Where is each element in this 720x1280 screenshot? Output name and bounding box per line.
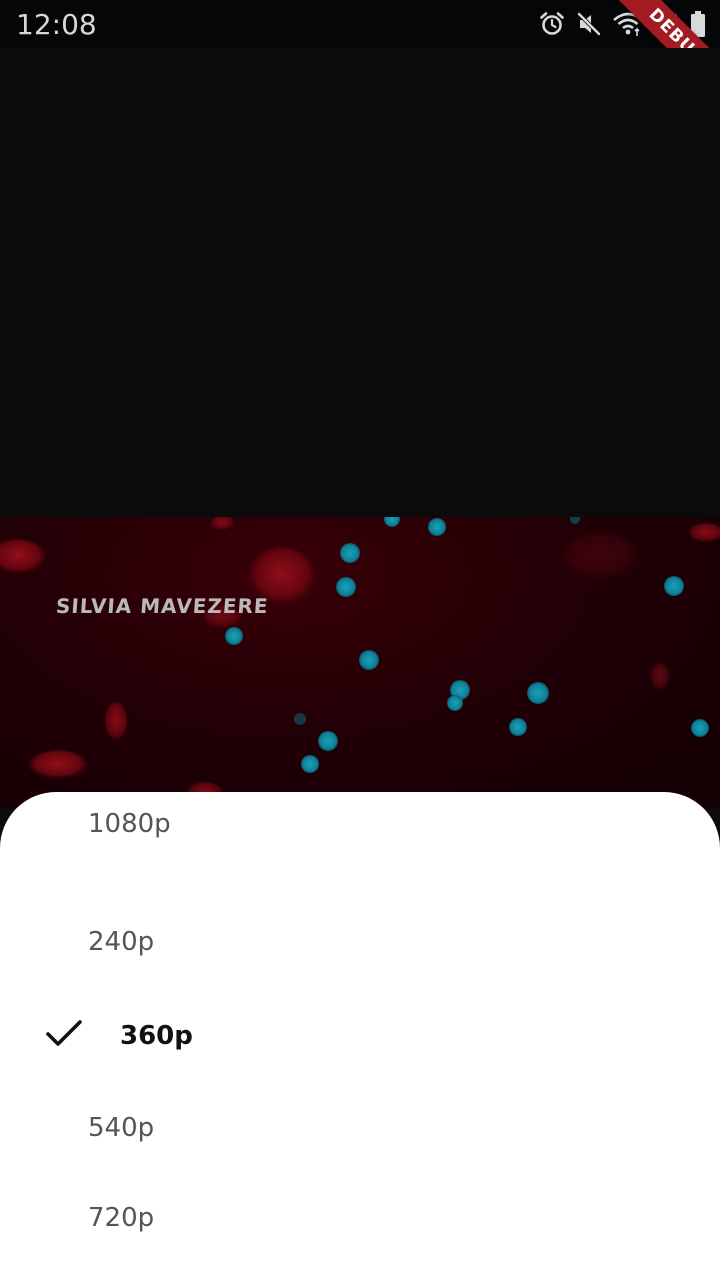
status-bar: 12:08 DEBUG	[0, 0, 720, 108]
quality-option-label: 360p	[120, 1021, 193, 1051]
video-overlay-text: SILVIA MAVEZERE	[55, 594, 270, 618]
status-time: 12:08	[16, 8, 97, 41]
quality-option-240p[interactable]: 240p	[0, 902, 720, 982]
quality-option-1080p[interactable]: 1080p	[0, 784, 720, 864]
mute-icon	[576, 11, 602, 37]
quality-option-label: 540p	[88, 1113, 155, 1143]
video-player-area[interactable]	[0, 48, 720, 517]
quality-option-540p[interactable]: 540p	[0, 1088, 720, 1168]
quality-option-label: 240p	[88, 927, 155, 957]
quality-option-label: 720p	[88, 1203, 155, 1233]
screen: 12:08 DEBUG SILVIA MAVEZERE 1080p 240p 3…	[0, 0, 720, 1280]
quality-option-label: 1080p	[88, 809, 171, 839]
check-icon	[44, 1018, 84, 1054]
alarm-icon	[538, 10, 566, 38]
quality-option-720p[interactable]: 720p	[0, 1178, 720, 1258]
quality-bottom-sheet: 1080p 240p 360p 540p 720p	[0, 792, 720, 1280]
video-frame[interactable]: SILVIA MAVEZERE	[0, 517, 720, 807]
video-scene-graphic	[0, 517, 720, 802]
quality-option-360p[interactable]: 360p	[0, 996, 720, 1076]
